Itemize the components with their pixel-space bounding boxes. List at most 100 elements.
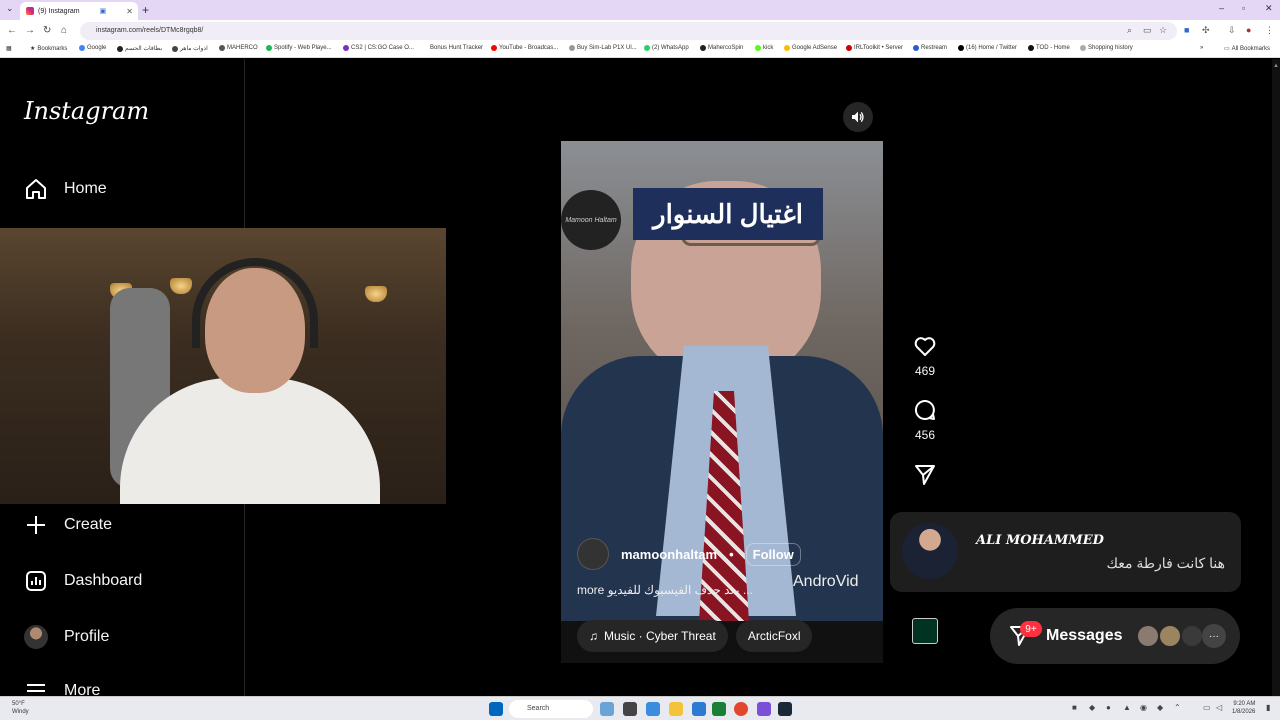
copilot-icon[interactable] — [646, 702, 660, 716]
bookmarks-overflow-icon[interactable]: » — [1200, 45, 1203, 51]
apps-icon[interactable]: ▦ — [6, 45, 12, 52]
reload-icon[interactable]: ↻ — [43, 25, 51, 36]
minimize-icon[interactable]: – — [1219, 3, 1224, 13]
tab-search-icon[interactable]: ⌄ — [6, 3, 14, 14]
address-bar[interactable]: instagram.com/reels/DTMc8rgqb8/ — [80, 22, 1177, 40]
share-action[interactable] — [910, 463, 940, 487]
tray-app-icon[interactable]: ◆ — [1089, 703, 1095, 712]
heart-icon[interactable] — [913, 334, 937, 358]
tray-app-icon[interactable]: ◉ — [1140, 703, 1147, 712]
puzzle-icon[interactable]: ✣ — [1202, 25, 1210, 36]
comment-icon[interactable] — [913, 398, 937, 422]
bookmark-item[interactable]: Spotify - Web Playe... — [266, 45, 332, 51]
reel-player[interactable]: Mamoon Haltam اغتيال السنوار mamoonhalta… — [561, 93, 883, 663]
widgets-icon[interactable] — [600, 702, 614, 716]
share-icon[interactable] — [913, 463, 937, 487]
message-notification[interactable]: ALI MOHAMMED هنا كانت فارطة معك — [890, 512, 1241, 592]
browser-tab[interactable]: (9) Instagram ▣ ✕ — [20, 2, 138, 20]
close-window-icon[interactable]: ✕ — [1265, 3, 1273, 14]
volume-icon[interactable]: ◁ — [1216, 703, 1222, 712]
author-username[interactable]: mamoonhaltam — [621, 547, 717, 562]
more-link[interactable]: more — [577, 583, 604, 597]
zoom-icon[interactable]: ⌕ — [1127, 25, 1132, 36]
home-browser-icon[interactable]: ⌂ — [61, 25, 67, 36]
bookmark-item[interactable]: (16) Home / Twitter — [958, 45, 1017, 51]
bookmark-item[interactable]: Buy Sim-Lab P1X Ul... — [569, 45, 637, 51]
bookmark-item[interactable]: MAHERCO — [219, 45, 258, 51]
messages-button[interactable]: 9+ Messages ··· — [990, 608, 1240, 664]
bookmark-item[interactable]: CS2 | CS:GO Case O... — [343, 45, 414, 51]
downloads-icon[interactable]: ⇩ — [1228, 25, 1236, 36]
discord-icon[interactable] — [757, 702, 771, 716]
menu-dots-icon[interactable]: ⋮ — [1265, 25, 1274, 36]
comment-action[interactable]: 456 — [910, 398, 940, 442]
sidebar-item-create[interactable]: Create — [24, 513, 112, 537]
close-tab-icon[interactable]: ✕ — [126, 7, 133, 16]
like-action[interactable]: 469 — [910, 334, 940, 378]
more-dots-icon: ··· — [1202, 624, 1226, 648]
bookmark-item[interactable]: Restream — [913, 45, 947, 51]
all-bookmarks-button[interactable]: ▭ All Bookmarks — [1224, 45, 1270, 53]
forward-icon[interactable]: → — [25, 25, 35, 36]
bookmark-item[interactable]: IRLToolkit • Server — [846, 45, 903, 51]
windows-taskbar: 50°F Windy Search ■ ◆ ● ▲ ◉ ◆ ⌃ ▭ ◁ 9:20… — [0, 696, 1280, 720]
extension-icon[interactable]: ■ — [1184, 25, 1189, 35]
file-explorer-icon[interactable] — [669, 702, 683, 716]
sidebar-item-dashboard[interactable]: Dashboard — [24, 569, 142, 593]
sidebar-item-profile[interactable]: Profile — [24, 625, 109, 649]
back-icon[interactable]: ← — [7, 25, 17, 36]
sender-name: ALI MOHAMMED — [976, 533, 1104, 548]
tray-overflow-icon[interactable]: ⌃ — [1174, 703, 1181, 712]
task-view-icon[interactable] — [623, 702, 637, 716]
music-pill[interactable]: ♫ Music · Cyber Threat — [577, 620, 728, 652]
taskbar-clock[interactable]: 9:20 AM 1/8/2026 — [1232, 700, 1255, 716]
bookmark-item[interactable]: ★ Bookmarks — [30, 45, 67, 53]
tray-app-icon[interactable]: ◆ — [1157, 703, 1163, 712]
audio-thumbnail[interactable] — [912, 618, 938, 644]
edge-icon[interactable] — [692, 702, 706, 716]
music-note-icon: ♫ — [589, 629, 598, 643]
sender-avatar — [902, 523, 958, 579]
bookmark-item[interactable]: MahercoSpin — [700, 45, 743, 51]
bookmark-item[interactable]: Shopping history — [1080, 45, 1133, 51]
bookmark-favicon-icon — [219, 45, 225, 51]
reel-caption[interactable]: more بعد حذف الفيسبوك للفيديو ... — [577, 583, 792, 597]
bookmark-favicon-icon — [343, 45, 349, 51]
page-scrollbar[interactable] — [1272, 59, 1280, 696]
cast-icon[interactable]: ▭ — [1143, 25, 1152, 36]
tray-app-icon[interactable]: ● — [1106, 703, 1111, 712]
bookmark-item[interactable]: TOD - Home — [1028, 45, 1070, 51]
reel-header — [561, 93, 883, 141]
tray-app-icon[interactable]: ▲ — [1123, 703, 1131, 712]
scroll-up-icon[interactable]: ▲ — [1273, 63, 1279, 69]
bookmark-item[interactable]: Google — [79, 45, 106, 51]
maximize-icon[interactable]: ▫ — [1242, 3, 1245, 13]
audio-user-pill[interactable]: ArcticFoxl — [735, 620, 813, 652]
network-icon[interactable]: ▭ — [1203, 703, 1211, 712]
sound-toggle-button[interactable] — [843, 102, 873, 132]
steam-icon[interactable] — [778, 702, 792, 716]
chrome-icon[interactable] — [734, 702, 748, 716]
author-avatar[interactable] — [577, 538, 609, 570]
bookmark-item[interactable]: YouTube - Broadcas... — [491, 45, 558, 51]
notifications-icon[interactable]: ▮ — [1266, 703, 1270, 712]
sidebar-item-home[interactable]: Home — [24, 177, 107, 201]
bookmark-item[interactable]: ادوات ماهر — [172, 45, 208, 52]
weather-widget[interactable]: 50°F Windy — [12, 700, 29, 716]
taskbar-search[interactable]: Search — [509, 700, 593, 718]
new-tab-button[interactable]: + — [142, 3, 149, 17]
profile-icon[interactable]: ● — [1246, 25, 1251, 35]
tray-app-icon[interactable]: ■ — [1072, 703, 1077, 712]
bookmark-item[interactable]: kick — [755, 45, 773, 51]
bookmark-item[interactable]: (2) WhatsApp — [644, 45, 689, 51]
app-icon[interactable] — [712, 702, 726, 716]
bookmark-item[interactable]: Bonus Hunt Tracker — [430, 45, 483, 51]
start-icon[interactable] — [489, 702, 503, 716]
bookmark-item[interactable]: بطاقات الحسم — [117, 45, 162, 52]
instagram-logo[interactable]: Instagram — [24, 97, 149, 125]
star-icon[interactable]: ☆ — [1159, 25, 1167, 36]
channel-logo: Mamoon Haltam — [561, 190, 621, 250]
x-icon — [958, 45, 964, 51]
bookmark-item[interactable]: Google AdSense — [784, 45, 837, 51]
follow-button[interactable]: Follow — [745, 542, 801, 566]
